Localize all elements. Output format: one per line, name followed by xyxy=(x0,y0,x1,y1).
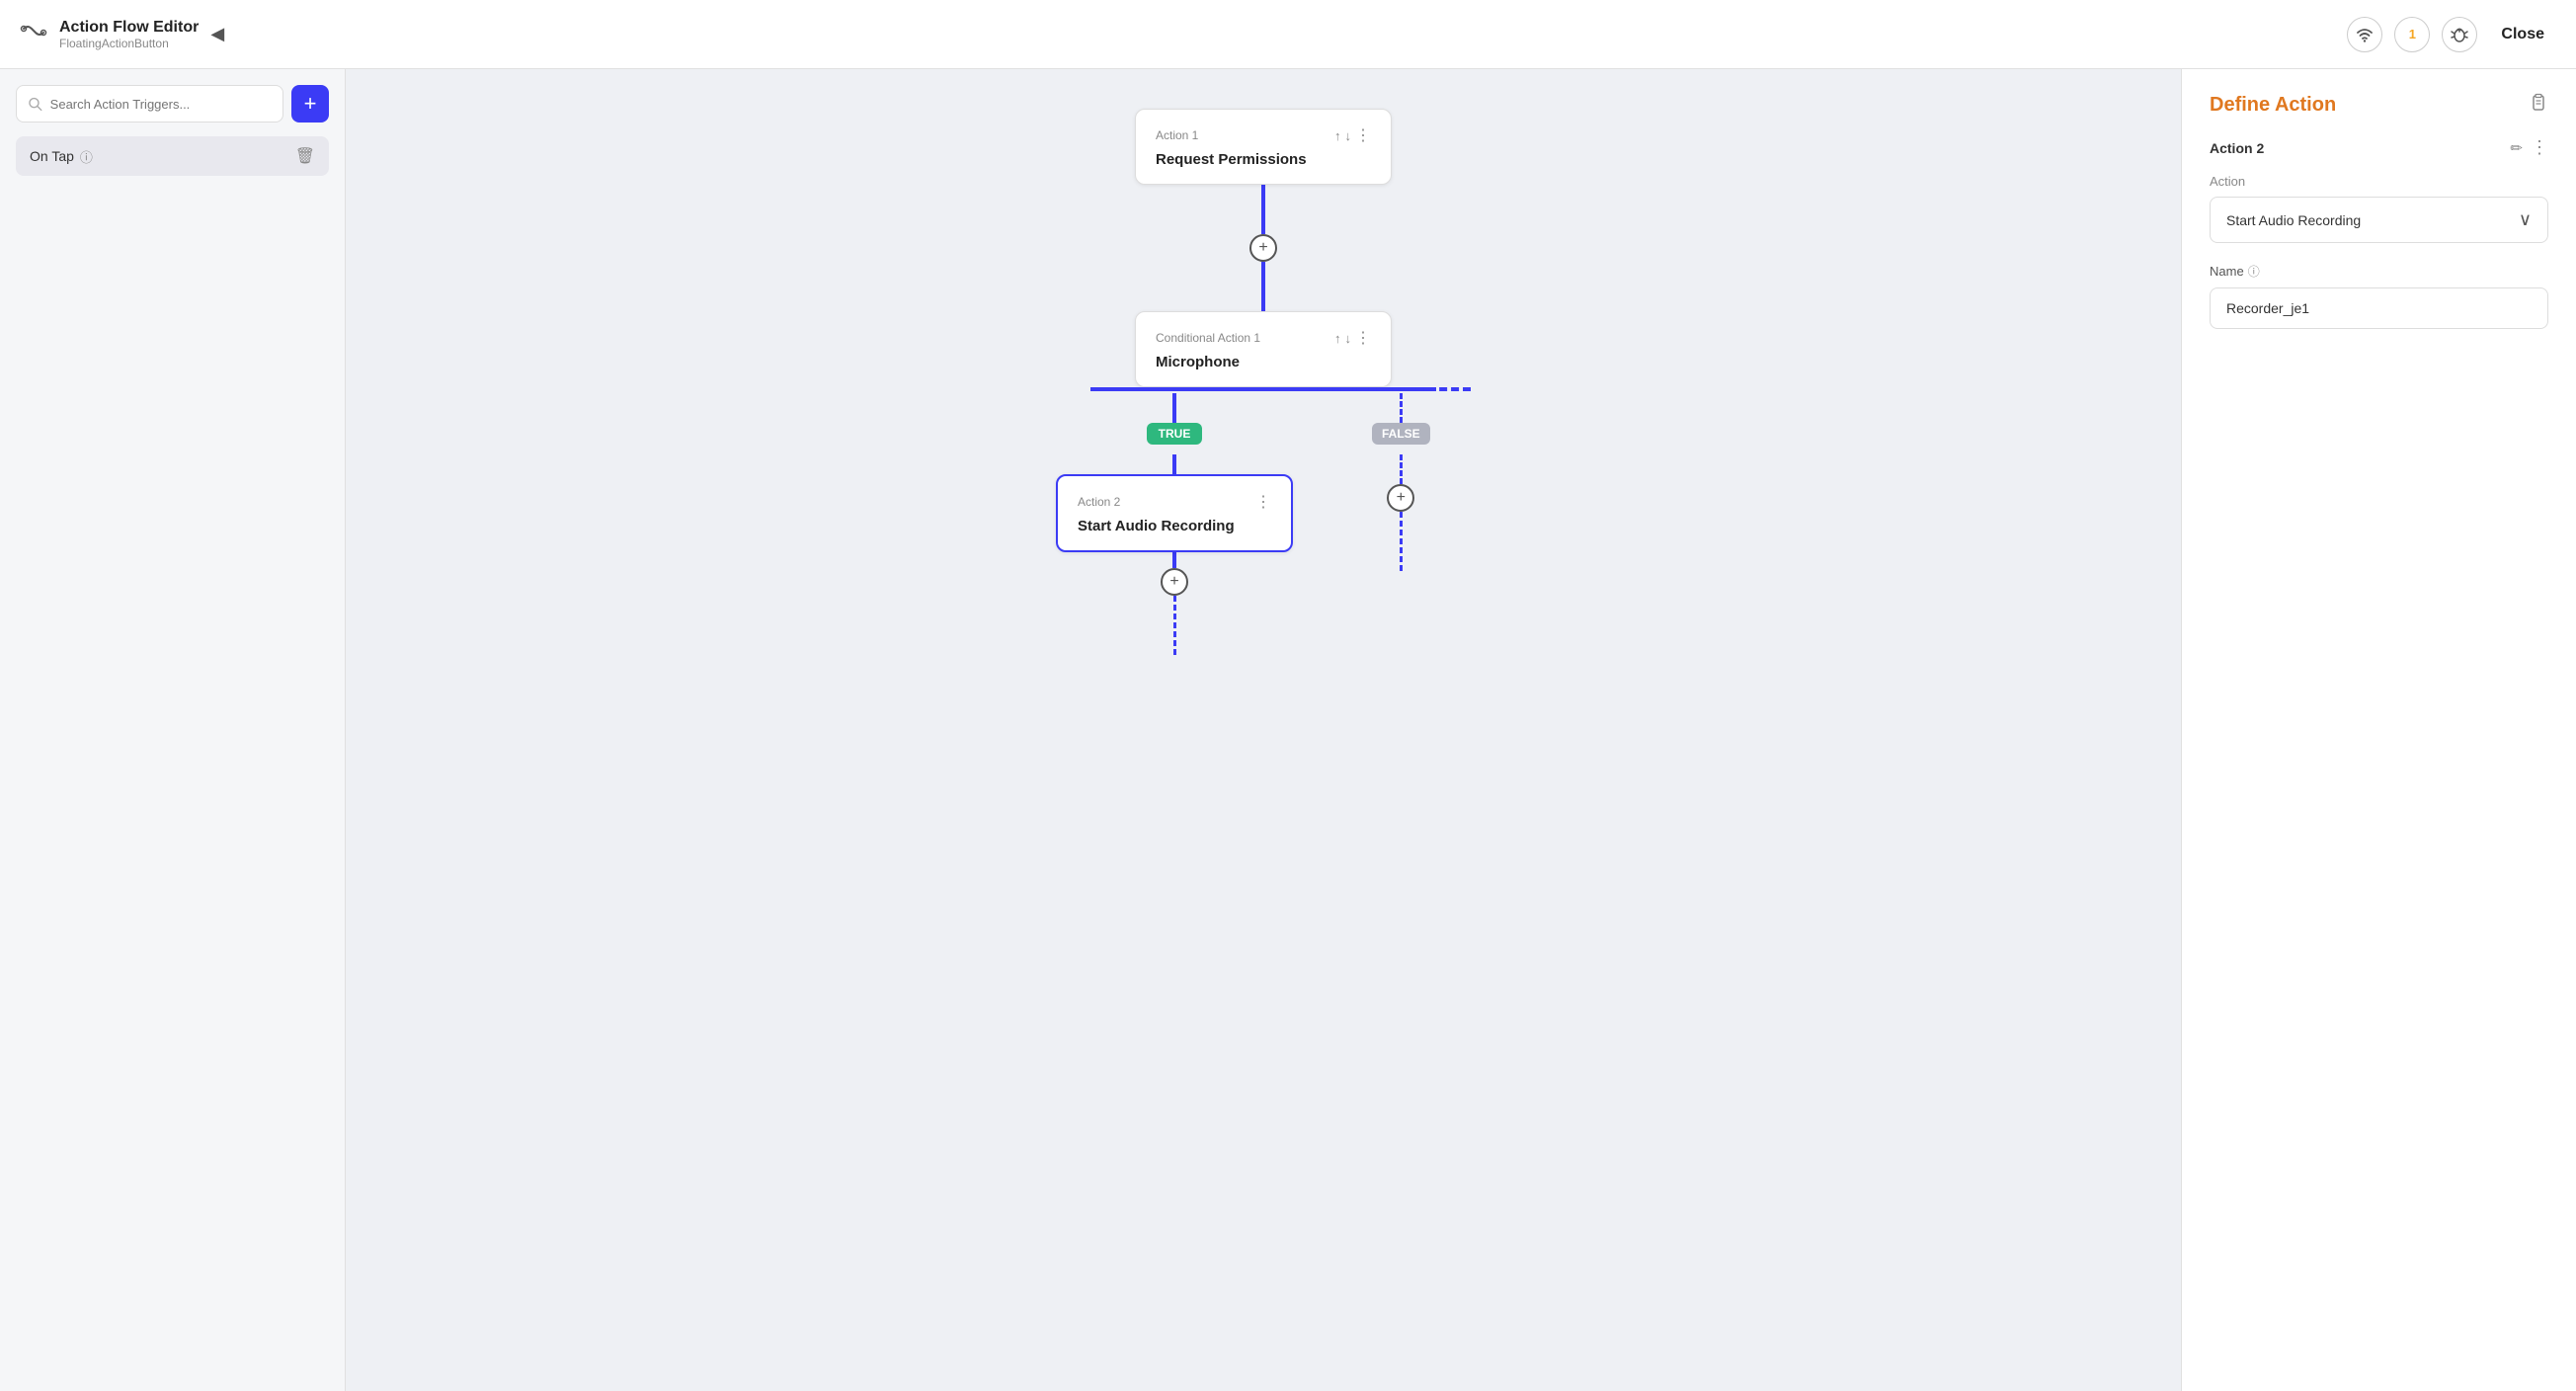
edit-action2-button[interactable]: ✏ xyxy=(2510,137,2523,158)
branch-row: TRUE Action 2 ⋮ Start Audio Recording xyxy=(1056,393,1471,655)
search-icon xyxy=(29,97,42,112)
false-dashed-mid xyxy=(1400,454,1403,484)
node-header-conditional1: Conditional Action 1 ↑ ↓ ⋮ xyxy=(1156,328,1371,348)
line-solid-2 xyxy=(1261,262,1265,311)
action-type-value: Start Audio Recording xyxy=(2226,212,2361,228)
name-label-text: Name xyxy=(2210,264,2244,279)
flow-node-action2[interactable]: Action 2 ⋮ Start Audio Recording xyxy=(1056,474,1293,552)
add-trigger-button[interactable]: + xyxy=(291,85,329,123)
right-panel: Define Action Action 2 ✏ ⋮ xyxy=(2181,69,2576,1391)
branch-h-connector xyxy=(1056,387,1471,393)
delete-trigger-button[interactable]: 🗑 xyxy=(295,146,315,166)
node-title-conditional1: Microphone xyxy=(1156,354,1371,370)
name-input[interactable] xyxy=(2210,287,2548,329)
menu-action2-button[interactable]: ⋮ xyxy=(2531,137,2548,158)
node-label-action2: Action 2 xyxy=(1078,495,1120,509)
collapse-button[interactable]: ◀ xyxy=(210,24,224,44)
sidebar: + On Tap ⓘ 🗑 xyxy=(0,69,346,1391)
panel-action2-label: Action 2 xyxy=(2210,140,2264,156)
app-title: Action Flow Editor xyxy=(59,19,199,37)
notification-count: 1 xyxy=(2409,27,2416,41)
add-between-1-2[interactable]: + xyxy=(1249,234,1277,262)
branch-dashed-line xyxy=(1298,387,1471,391)
false-dashed-top xyxy=(1400,393,1403,423)
node-arrows-action2: ⋮ xyxy=(1255,492,1271,512)
search-row: + xyxy=(16,85,329,123)
flow-container: Action 1 ↑ ↓ ⋮ Request Permissions + xyxy=(967,109,1560,1351)
trigger-item-on-tap[interactable]: On Tap ⓘ 🗑 xyxy=(16,136,329,176)
node-arrows-conditional1: ↑ ↓ ⋮ xyxy=(1334,328,1371,348)
node-title-action1: Request Permissions xyxy=(1156,151,1371,168)
name-info-icon: ⓘ xyxy=(2248,263,2260,280)
add-below-action2[interactable]: + xyxy=(1161,568,1188,596)
true-line-mid xyxy=(1172,454,1176,474)
dropdown-arrow-icon: ∨ xyxy=(2519,209,2532,230)
wifi-icon[interactable] xyxy=(2347,17,2382,52)
node-title-action2: Start Audio Recording xyxy=(1078,518,1271,534)
close-button[interactable]: Close xyxy=(2489,20,2556,49)
branch-false-label: FALSE xyxy=(1372,423,1430,445)
add-false-branch[interactable]: + xyxy=(1387,484,1414,512)
header-left: Action Flow Editor FloatingActionButton … xyxy=(20,19,224,50)
panel-action2-icons: ✏ ⋮ xyxy=(2510,137,2548,158)
action-flow-icon xyxy=(20,21,47,48)
panel-title: Define Action xyxy=(2210,93,2548,118)
header-title: Action Flow Editor FloatingActionButton xyxy=(59,19,199,50)
node-menu-action1[interactable]: ⋮ xyxy=(1355,125,1371,145)
connector-1: + xyxy=(1249,185,1277,311)
true-line-top xyxy=(1172,393,1176,423)
node-menu-conditional1[interactable]: ⋮ xyxy=(1355,328,1371,348)
app-subtitle: FloatingActionButton xyxy=(59,37,199,50)
branch-false-col: FALSE + xyxy=(1372,393,1430,571)
bug-icon[interactable] xyxy=(2442,17,2477,52)
node-down-conditional1[interactable]: ↓ xyxy=(1345,328,1352,348)
node-label-action1: Action 1 xyxy=(1156,128,1198,142)
search-input[interactable] xyxy=(50,97,271,112)
header-right: 1 Close xyxy=(2347,17,2556,52)
node-header-action2: Action 2 ⋮ xyxy=(1078,492,1271,512)
clipboard-icon-button[interactable] xyxy=(2529,93,2548,118)
node-arrows-action1: ↑ ↓ ⋮ xyxy=(1334,125,1371,145)
trigger-label: On Tap ⓘ xyxy=(30,147,93,166)
header: Action Flow Editor FloatingActionButton … xyxy=(0,0,2576,69)
define-action-title: Define Action xyxy=(2210,94,2336,117)
panel-action-section-label: Action xyxy=(2210,174,2548,189)
false-dashed-bottom xyxy=(1400,512,1403,571)
trigger-name: On Tap xyxy=(30,148,74,164)
node-down-action1[interactable]: ↓ xyxy=(1345,125,1352,145)
true-line-bottom xyxy=(1172,552,1176,568)
true-dashed-bottom xyxy=(1173,596,1176,655)
name-label: Name ⓘ xyxy=(2210,263,2548,280)
node-up-action1[interactable]: ↑ xyxy=(1334,125,1341,145)
clipboard-icon xyxy=(2529,93,2548,113)
panel-title-icons xyxy=(2529,93,2548,118)
notification-button[interactable]: 1 xyxy=(2394,17,2430,52)
node-menu-action2[interactable]: ⋮ xyxy=(1255,492,1271,512)
branch-true-col: TRUE Action 2 ⋮ Start Audio Recording xyxy=(1056,393,1293,655)
node-label-conditional1: Conditional Action 1 xyxy=(1156,331,1260,345)
line-solid-1 xyxy=(1261,185,1265,234)
flow-node-conditional1[interactable]: Conditional Action 1 ↑ ↓ ⋮ Microphone xyxy=(1135,311,1392,387)
search-box xyxy=(16,85,283,123)
flow-node-action1[interactable]: Action 1 ↑ ↓ ⋮ Request Permissions xyxy=(1135,109,1392,185)
node-header-action1: Action 1 ↑ ↓ ⋮ xyxy=(1156,125,1371,145)
panel-action2-row: Action 2 ✏ ⋮ xyxy=(2210,137,2548,158)
main-layout: + On Tap ⓘ 🗑 Action 1 ↑ ↓ ⋮ xyxy=(0,69,2576,1391)
canvas: Action 1 ↑ ↓ ⋮ Request Permissions + xyxy=(346,69,2181,1391)
action-type-dropdown[interactable]: Start Audio Recording ∨ xyxy=(2210,197,2548,243)
branch-true-label: TRUE xyxy=(1147,423,1203,445)
node-up-conditional1[interactable]: ↑ xyxy=(1334,328,1341,348)
trigger-info-icon[interactable]: ⓘ xyxy=(80,147,93,166)
